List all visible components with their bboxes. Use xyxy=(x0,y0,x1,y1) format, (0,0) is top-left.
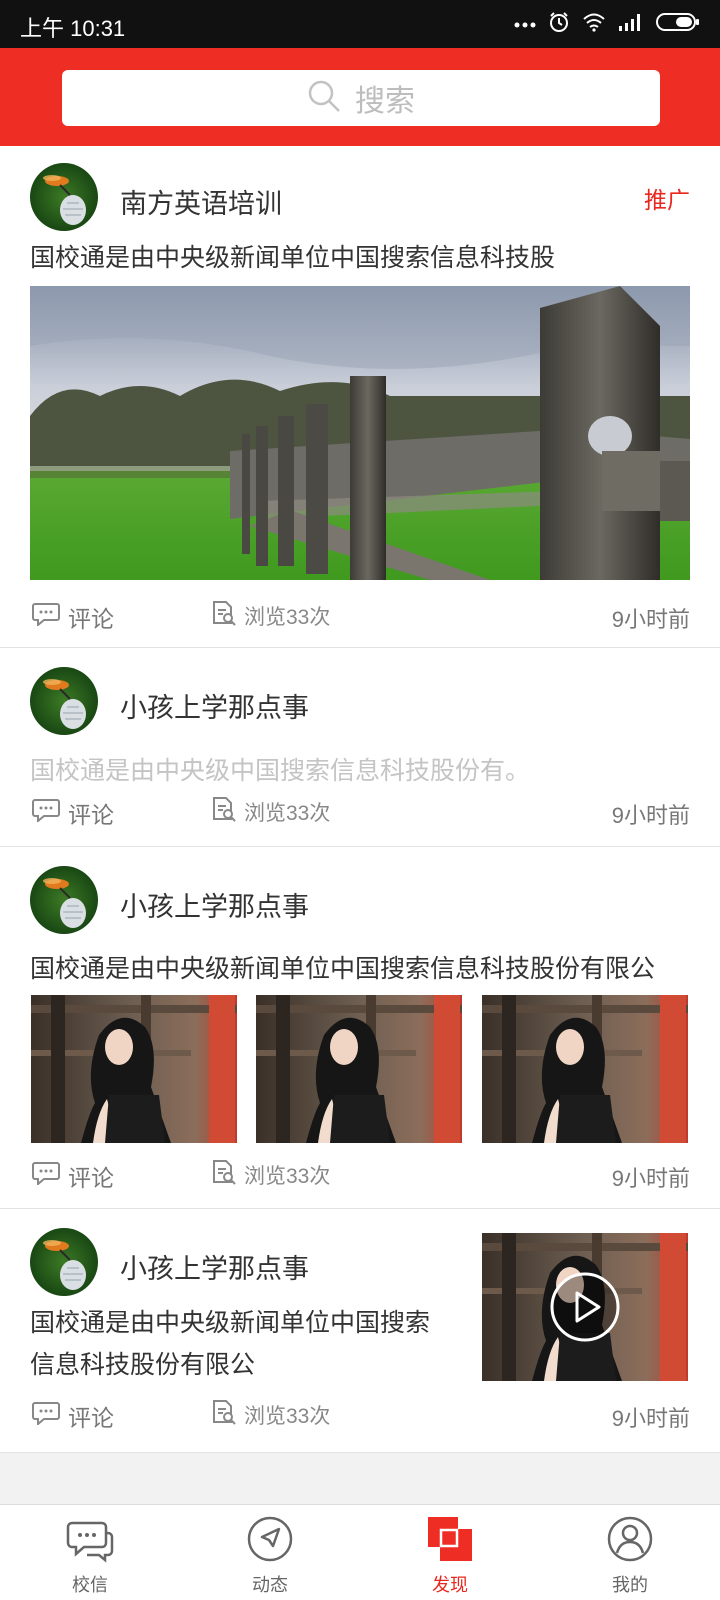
feed-card[interactable]: 南方英语培训 推广 国校通是由中央级新闻单位中国搜索信息科技股 评论 浏览33次… xyxy=(0,146,720,648)
comment-label: 评论 xyxy=(68,1165,114,1191)
discover-icon xyxy=(426,1515,474,1563)
avatar[interactable] xyxy=(30,163,98,231)
tab-label: 发现 xyxy=(432,1575,468,1595)
bottom-tab-bar: 校信 动态 发现 我的 xyxy=(0,1504,720,1600)
post-title[interactable]: 国校通是由中央级新闻单位中国搜索信息科技股份有限公 xyxy=(30,949,690,985)
search-icon xyxy=(307,79,341,118)
comment-icon xyxy=(32,1401,60,1431)
post-image[interactable] xyxy=(481,995,689,1143)
wifi-icon xyxy=(582,12,606,37)
views-info: 浏览33次 xyxy=(210,1159,330,1191)
avatar[interactable] xyxy=(30,667,98,735)
compass-icon xyxy=(246,1515,294,1563)
author-name[interactable]: 小孩上学那点事 xyxy=(120,1247,309,1286)
comment-button[interactable]: 评论 xyxy=(32,1399,114,1433)
comment-button[interactable]: 评论 xyxy=(32,600,114,634)
battery-icon xyxy=(656,12,700,37)
profile-icon xyxy=(606,1515,654,1563)
document-view-icon xyxy=(210,1159,236,1191)
document-view-icon xyxy=(210,600,236,632)
views-label: 浏览33次 xyxy=(244,606,331,629)
post-meta: 评论 浏览33次 9小时前 xyxy=(0,1397,720,1433)
feed-card[interactable]: 小孩上学那点事 国校通是由中央级中国搜索信息科技股份有。 评论 浏览33次 9小… xyxy=(0,648,720,847)
feed-card[interactable]: 小孩上学那点事 国校通是由中央级新闻单位中国搜索 信息科技股份有限公 评论 浏览… xyxy=(0,1209,720,1453)
tab-label: 动态 xyxy=(252,1575,288,1595)
top-header: 搜索 xyxy=(0,48,720,146)
author-name[interactable]: 小孩上学那点事 xyxy=(120,885,309,924)
views-label: 浏览33次 xyxy=(244,802,331,825)
chat-icon xyxy=(66,1515,114,1563)
comment-label: 评论 xyxy=(68,1405,114,1431)
post-image[interactable] xyxy=(31,995,237,1143)
post-image[interactable] xyxy=(256,995,462,1143)
document-view-icon xyxy=(210,1399,236,1431)
tab-xiaoxin[interactable]: 校信 xyxy=(0,1505,180,1600)
signal-icon xyxy=(618,12,644,37)
views-label: 浏览33次 xyxy=(244,1165,331,1188)
comment-label: 评论 xyxy=(68,606,114,632)
comment-icon xyxy=(32,1161,60,1191)
tab-wode[interactable]: 我的 xyxy=(540,1505,720,1600)
post-time: 9小时前 xyxy=(611,1166,690,1191)
post-title-line-2[interactable]: 信息科技股份有限公 xyxy=(30,1345,460,1381)
feed-list[interactable]: 南方英语培训 推广 国校通是由中央级新闻单位中国搜索信息科技股 评论 浏览33次… xyxy=(0,146,720,1504)
post-title[interactable]: 国校通是由中央级中国搜索信息科技股份有。 xyxy=(30,751,690,787)
comment-label: 评论 xyxy=(68,802,114,828)
post-title[interactable]: 国校通是由中央级新闻单位中国搜索信息科技股 xyxy=(30,238,690,274)
post-time: 9小时前 xyxy=(611,1406,690,1431)
alarm-icon xyxy=(548,11,570,38)
play-icon[interactable] xyxy=(549,1271,621,1343)
promo-badge: 推广 xyxy=(644,187,690,213)
comment-button[interactable]: 评论 xyxy=(32,1159,114,1193)
post-meta: 评论 浏览33次 9小时前 xyxy=(0,1157,720,1193)
comment-icon xyxy=(32,602,60,632)
post-title-line-1[interactable]: 国校通是由中央级新闻单位中国搜索 xyxy=(30,1303,460,1339)
document-view-icon xyxy=(210,796,236,828)
avatar[interactable] xyxy=(30,1228,98,1296)
views-info: 浏览33次 xyxy=(210,1399,330,1431)
author-name[interactable]: 小孩上学那点事 xyxy=(120,686,309,725)
views-info: 浏览33次 xyxy=(210,600,330,632)
search-bar[interactable]: 搜索 xyxy=(62,70,660,126)
post-image[interactable] xyxy=(30,286,690,580)
status-time: 上午 10:31 xyxy=(20,16,126,41)
views-label: 浏览33次 xyxy=(244,1405,331,1428)
status-bar: 上午 10:31 xyxy=(0,0,720,48)
avatar[interactable] xyxy=(30,866,98,934)
post-time: 9小时前 xyxy=(611,803,690,828)
comment-icon xyxy=(32,798,60,828)
tab-faxian[interactable]: 发现 xyxy=(360,1505,540,1600)
feed-card[interactable]: 小孩上学那点事 国校通是由中央级新闻单位中国搜索信息科技股份有限公 评论 浏览3… xyxy=(0,847,720,1209)
video-thumbnail[interactable] xyxy=(481,1233,689,1381)
status-icons xyxy=(514,11,700,38)
post-time: 9小时前 xyxy=(611,607,690,632)
views-info: 浏览33次 xyxy=(210,796,330,828)
tab-label: 校信 xyxy=(72,1575,108,1595)
post-meta: 评论 浏览33次 9小时前 xyxy=(0,598,720,634)
author-name[interactable]: 南方英语培训 xyxy=(120,182,282,221)
more-dots-icon xyxy=(514,15,536,33)
search-placeholder: 搜索 xyxy=(355,85,415,118)
tab-dongtai[interactable]: 动态 xyxy=(180,1505,360,1600)
comment-button[interactable]: 评论 xyxy=(32,796,114,830)
post-meta: 评论 浏览33次 9小时前 xyxy=(0,794,720,830)
tab-label: 我的 xyxy=(612,1575,648,1595)
